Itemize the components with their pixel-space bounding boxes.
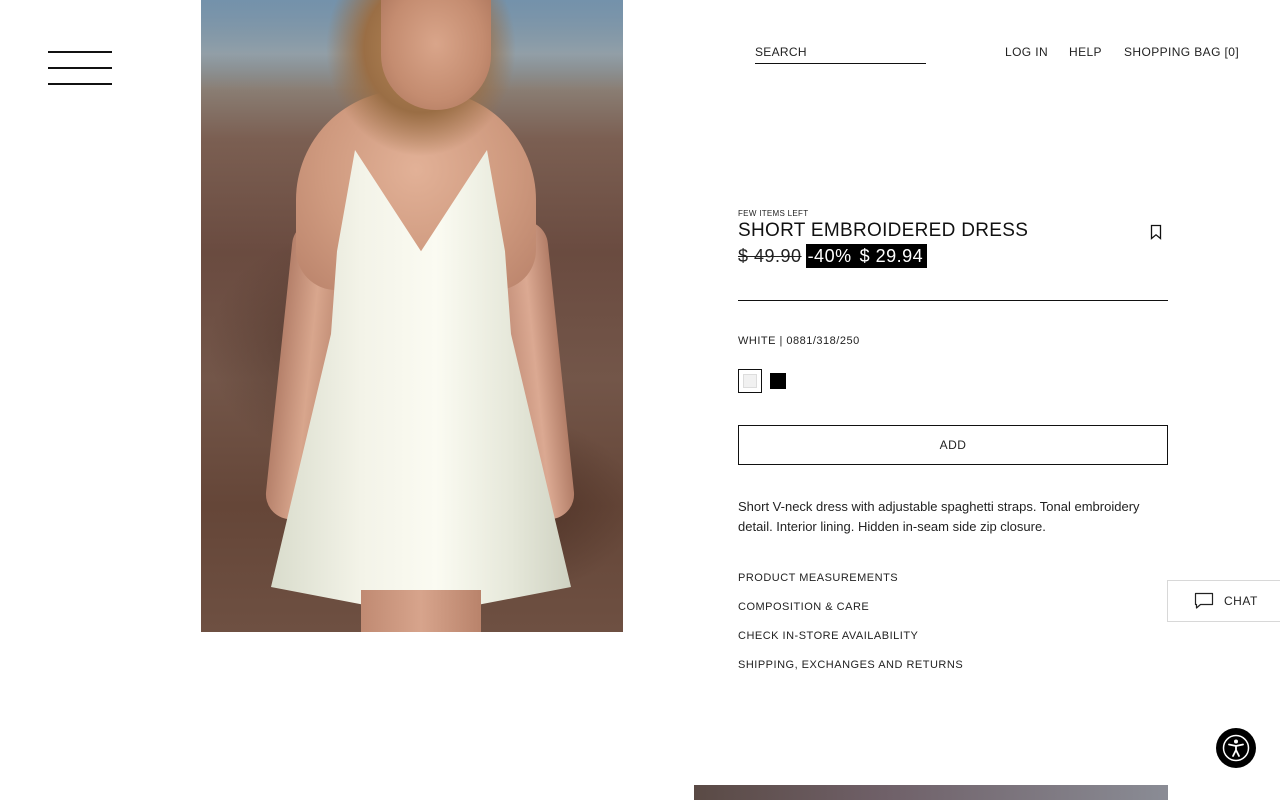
accessibility-button[interactable] — [1216, 728, 1256, 768]
photo-model-face — [381, 0, 491, 110]
sale-price: $ 29.94 — [859, 245, 924, 266]
swatch-fill — [770, 373, 786, 389]
accessibility-icon — [1222, 734, 1250, 762]
search-label: SEARCH — [755, 45, 807, 59]
bookmark-icon-svg — [1150, 224, 1162, 240]
add-to-bag-button[interactable]: ADD — [738, 425, 1168, 465]
next-product-photo[interactable] — [694, 785, 1168, 800]
photo-model-legs — [361, 590, 481, 632]
product-photo[interactable] — [201, 0, 623, 632]
price-row: $ 49.90 -40% $ 29.94 — [738, 244, 928, 268]
chat-label: CHAT — [1224, 594, 1258, 608]
menu-bar — [48, 83, 112, 85]
help-link[interactable]: HELP — [1069, 45, 1102, 59]
color-swatch-black[interactable] — [770, 373, 786, 389]
shopping-bag-link[interactable]: SHOPPING BAG [0] — [1124, 45, 1239, 59]
login-link[interactable]: LOG IN — [1005, 45, 1048, 59]
discount-percent: -40% — [807, 245, 852, 266]
sale-price-badge: -40% $ 29.94 — [805, 244, 928, 268]
menu-bar — [48, 67, 112, 69]
product-description: Short V-neck dress with adjustable spagh… — [738, 499, 1140, 534]
product-title: SHORT EMBROIDERED DRESS — [738, 220, 1029, 241]
divider — [738, 300, 1168, 301]
shipping-returns-link[interactable]: SHIPPING, EXCHANGES AND RETURNS — [738, 659, 963, 671]
hamburger-menu-icon[interactable] — [48, 50, 112, 86]
chat-button[interactable]: CHAT — [1167, 580, 1280, 622]
original-price: $ 49.90 — [738, 245, 802, 266]
product-page: SEARCH LOG IN HELP SHOPPING BAG [0] FEW … — [0, 0, 1280, 800]
store-availability-link[interactable]: CHECK IN-STORE AVAILABILITY — [738, 630, 918, 642]
product-measurements-link[interactable]: PRODUCT MEASUREMENTS — [738, 572, 898, 584]
bookmark-icon[interactable] — [1148, 223, 1164, 241]
color-reference: WHITE | 0881/318/250 — [738, 335, 860, 347]
chat-bubble-icon — [1194, 592, 1214, 609]
composition-care-link[interactable]: COMPOSITION & CARE — [738, 601, 869, 613]
search-input[interactable]: SEARCH — [755, 44, 926, 64]
swatch-fill — [743, 374, 757, 388]
menu-bar — [48, 51, 112, 53]
color-swatch-white[interactable] — [738, 369, 762, 393]
stock-note: FEW ITEMS LEFT — [738, 209, 809, 218]
